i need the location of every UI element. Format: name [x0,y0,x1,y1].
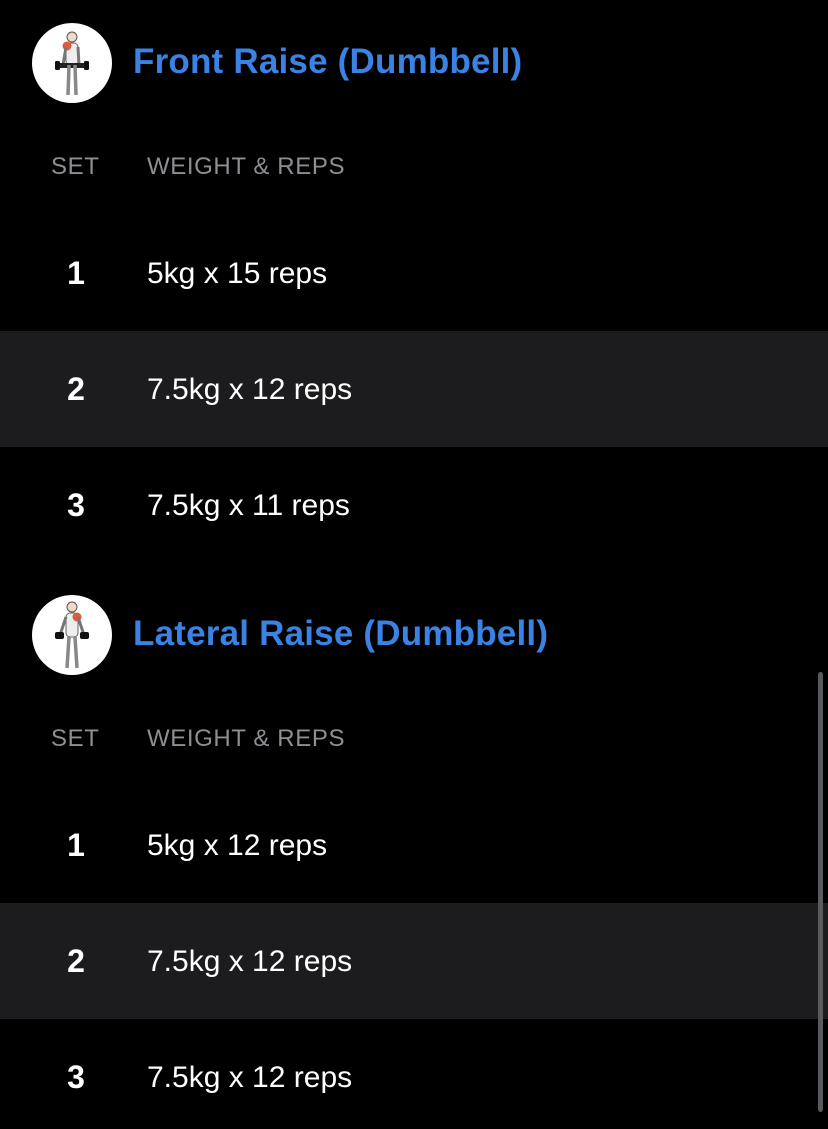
set-row: 3 7.5kg x 12 reps [0,1019,828,1129]
set-column-label: SET [51,153,100,180]
set-weight-reps: 5kg x 12 reps [147,829,328,862]
set-number: 3 [67,1059,85,1095]
vertical-scrollbar[interactable] [818,672,823,1112]
set-weight-reps: 7.5kg x 11 reps [147,489,350,522]
front-raise-figure-icon[interactable] [32,23,112,103]
weight-reps-column-label: WEIGHT & REPS [147,725,346,752]
set-number: 2 [67,371,85,407]
set-row: 2 7.5kg x 12 reps [0,331,828,447]
set-number: 1 [67,255,85,291]
set-row: 3 7.5kg x 11 reps [0,447,828,563]
set-weight-reps: 7.5kg x 12 reps [147,373,353,406]
exercise-title[interactable]: Front Raise (Dumbbell) [133,42,522,82]
set-row: 2 7.5kg x 12 reps [0,903,828,1019]
exercise-header: Front Raise (Dumbbell) [0,23,828,103]
set-number: 1 [67,827,85,863]
set-weight-reps: 5kg x 15 reps [147,257,328,290]
set-row: 1 5kg x 12 reps [0,787,828,903]
set-weight-reps: 7.5kg x 12 reps [147,1061,353,1094]
set-weight-reps: 7.5kg x 12 reps [147,945,353,978]
set-column-label: SET [51,725,100,752]
lateral-raise-figure-icon[interactable] [32,595,112,675]
set-number: 3 [67,487,85,523]
exercise-title[interactable]: Lateral Raise (Dumbbell) [133,614,548,654]
set-number: 2 [67,943,85,979]
column-header: SET WEIGHT & REPS [0,153,828,193]
exercise-header: Lateral Raise (Dumbbell) [0,595,828,675]
weight-reps-column-label: WEIGHT & REPS [147,153,346,180]
set-row: 1 5kg x 15 reps [0,215,828,331]
column-header: SET WEIGHT & REPS [0,725,828,765]
